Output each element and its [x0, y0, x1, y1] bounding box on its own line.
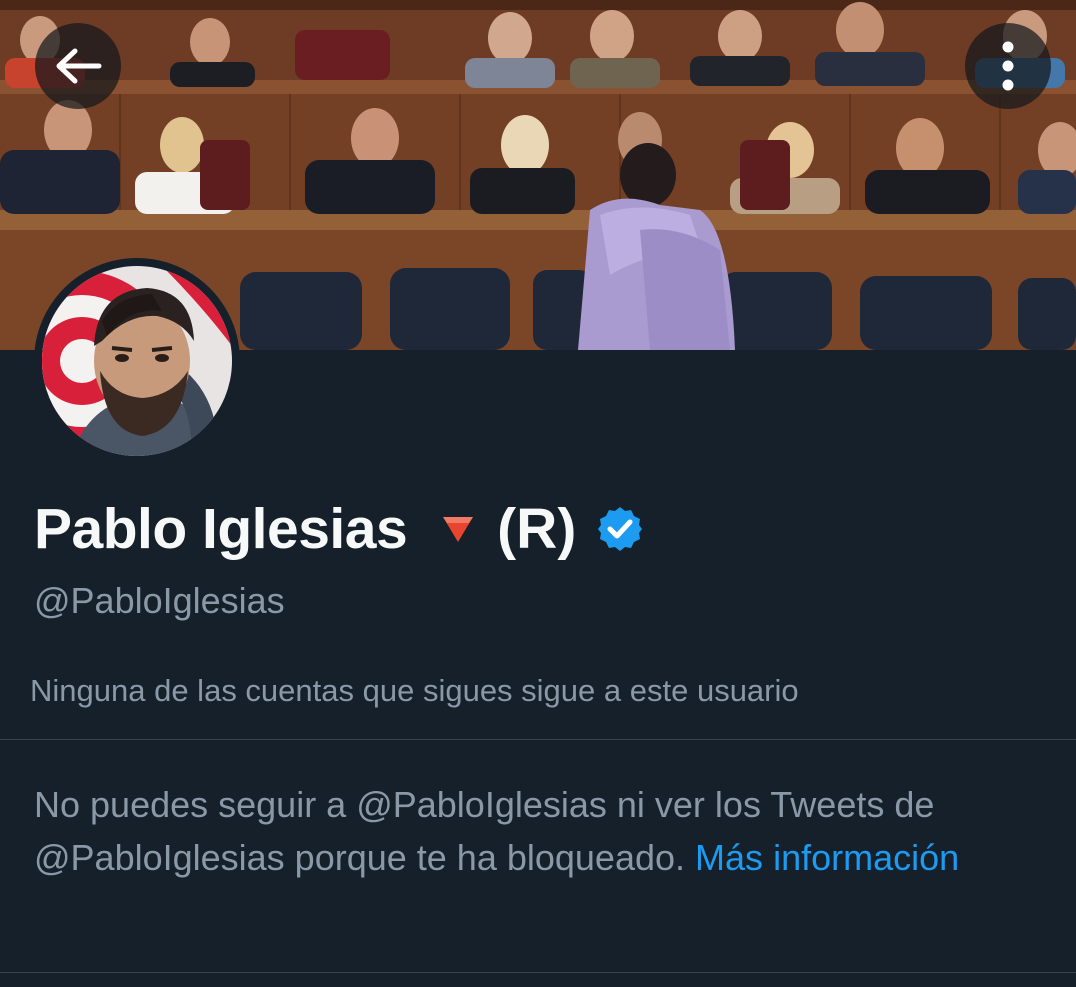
back-button[interactable] [35, 23, 121, 109]
more-options-button[interactable] [965, 23, 1051, 109]
more-vertical-icon [1002, 41, 1014, 91]
red-triangle-down-icon [441, 514, 475, 544]
display-name: Pablo Iglesias [34, 497, 408, 561]
learn-more-link-part2[interactable]: información [773, 837, 959, 878]
divider [0, 739, 1076, 740]
profile-handle: @PabloIglesias [34, 580, 285, 621]
avatar-image [42, 266, 232, 456]
profile-name-row: Pablo Iglesias (R) [34, 496, 644, 562]
verified-badge-icon[interactable] [596, 505, 644, 553]
blocked-message: No puedes seguir a @PabloIglesias ni ver… [34, 778, 1024, 884]
learn-more-link-part1[interactable]: Más [695, 837, 763, 878]
learn-more-link[interactable]: Más información [695, 837, 959, 878]
avatar[interactable] [34, 258, 240, 464]
profile-page: Pablo Iglesias (R) @PabloIglesias Ningun… [0, 0, 1076, 987]
divider [0, 972, 1076, 973]
display-name-suffix: (R) [497, 497, 577, 561]
followers-you-know-note: Ninguna de las cuentas que sigues sigue … [30, 673, 799, 708]
arrow-left-icon [56, 48, 102, 84]
